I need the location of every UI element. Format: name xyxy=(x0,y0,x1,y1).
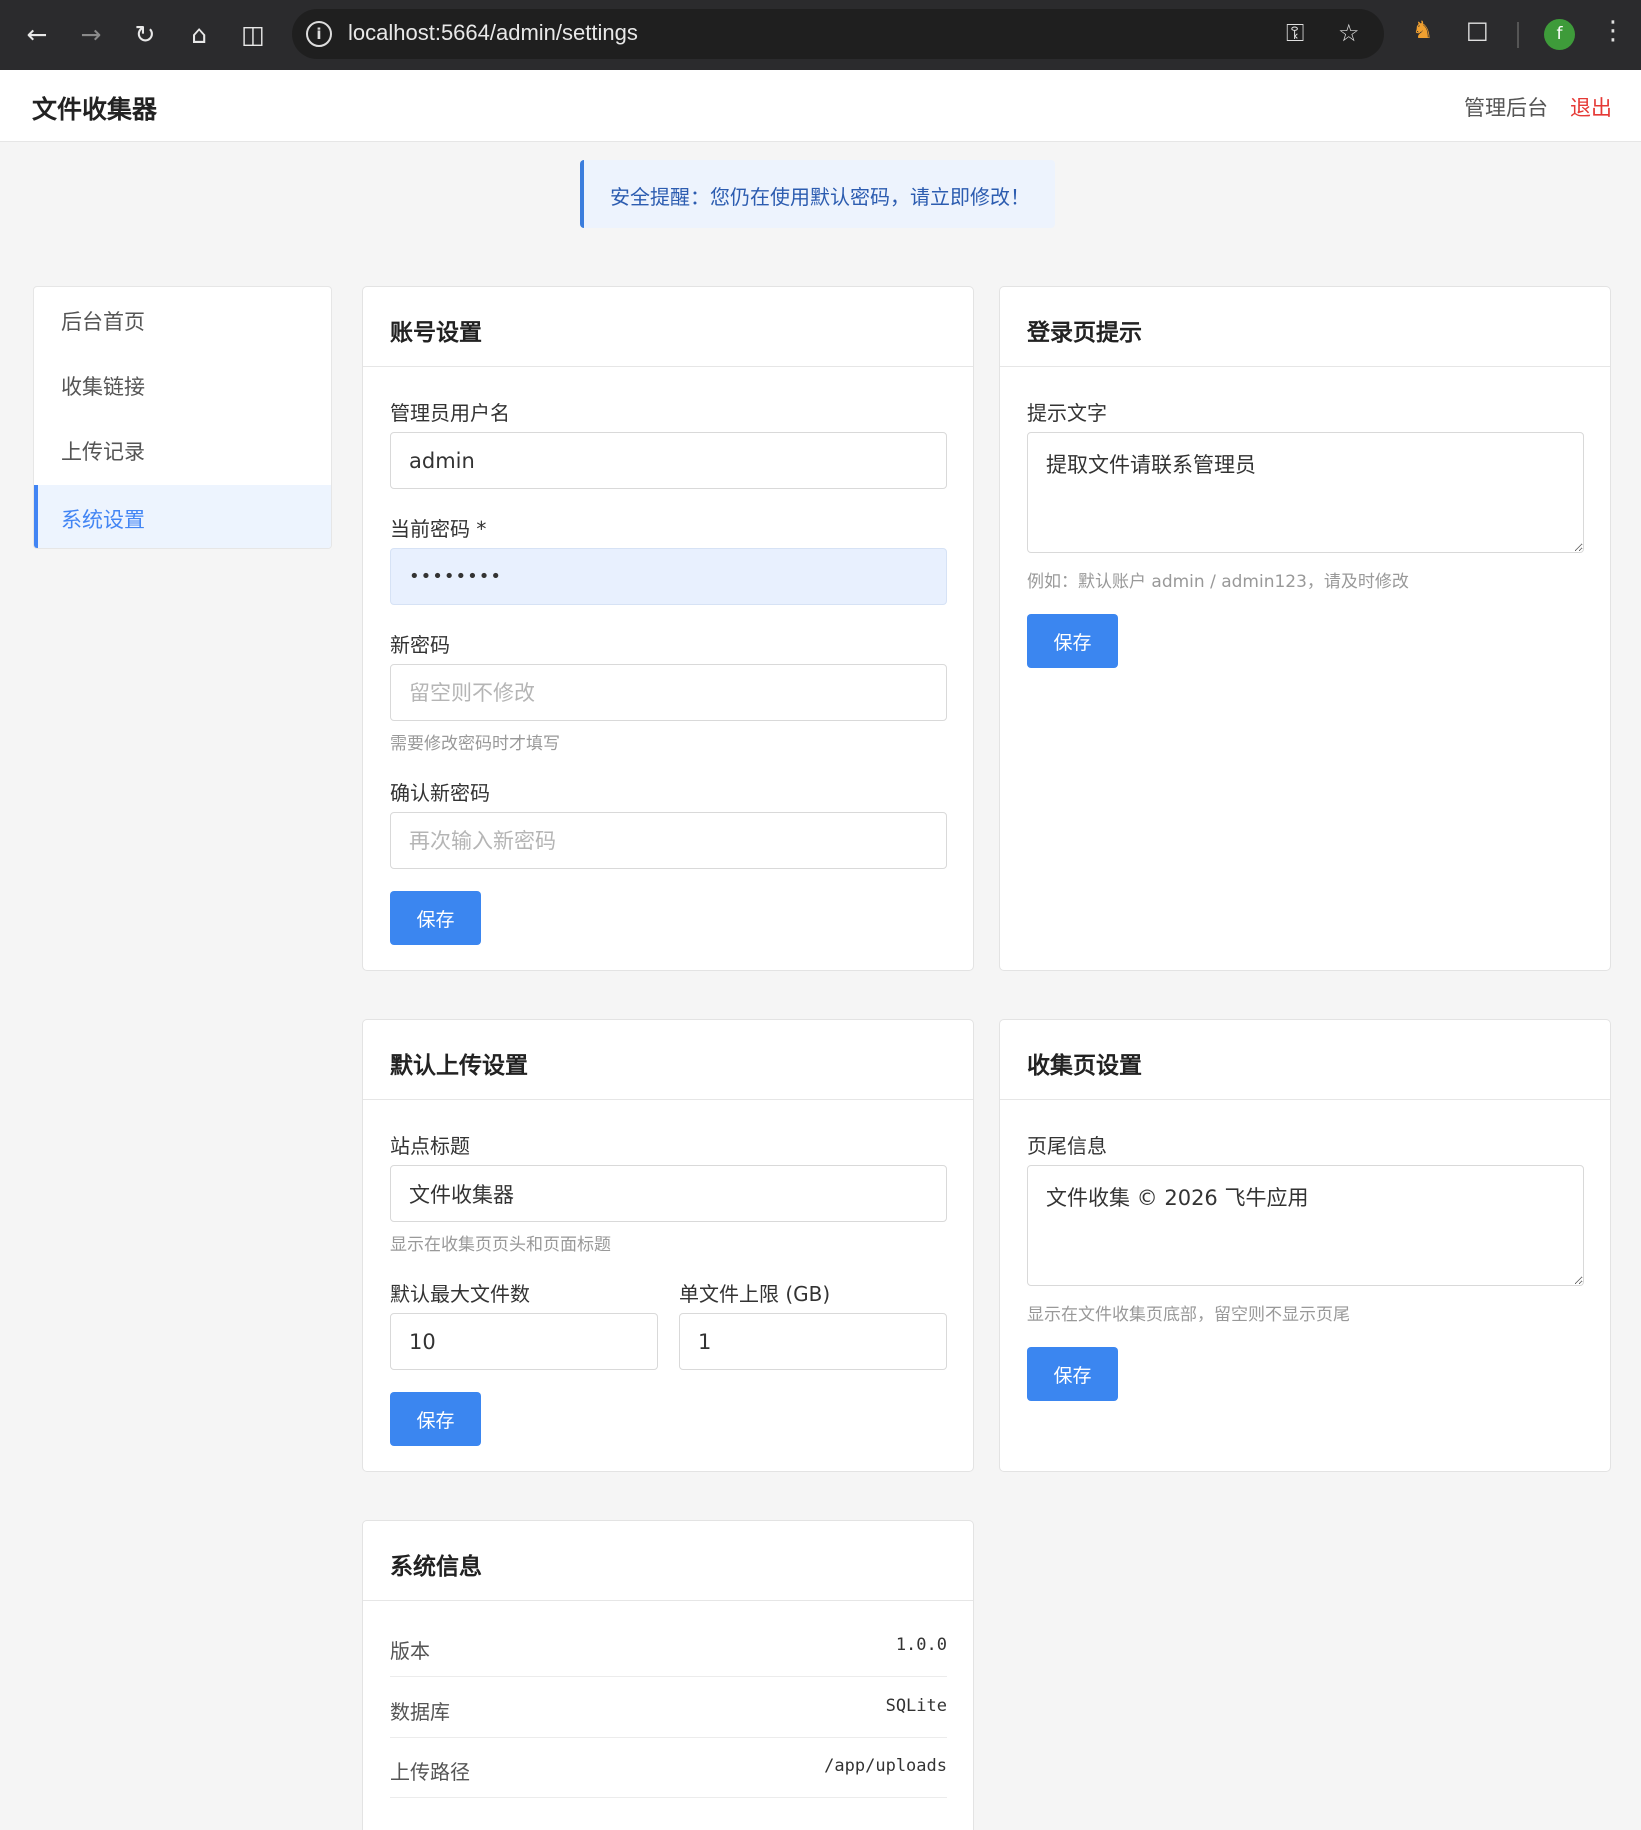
username-input[interactable] xyxy=(390,432,947,489)
card-title: 账号设置 xyxy=(390,320,482,346)
browser-menu-icon[interactable]: ⋮ xyxy=(1600,16,1626,46)
footer-textarea[interactable]: 文件收集 © 2026 飞牛应用 xyxy=(1027,1165,1584,1286)
confirm-password-label: 确认新密码 xyxy=(390,781,490,805)
password-key-icon[interactable]: ⚿ xyxy=(1286,19,1304,47)
sidebar-item-label: 收集链接 xyxy=(61,375,145,399)
login-tip-card: 登录页提示 提示文字 提取文件请联系管理员 例如：默认账户 admin / ad… xyxy=(999,286,1611,971)
card-header: 默认上传设置 xyxy=(363,1020,973,1100)
toolbar-divider xyxy=(1517,22,1519,48)
sidebar-item-settings[interactable]: 系统设置 xyxy=(34,485,331,548)
app-header: 文件收集器 管理后台 退出 xyxy=(0,70,1641,142)
current-password-input[interactable] xyxy=(390,548,947,605)
new-password-hint: 需要修改密码时才填写 xyxy=(390,734,560,754)
security-alert: 安全提醒：您仍在使用默认密码，请立即修改！ xyxy=(580,160,1055,228)
bookmark-star-icon[interactable]: ☆ xyxy=(1338,19,1360,47)
tip-text-hint: 例如：默认账户 admin / admin123，请及时修改 xyxy=(1027,572,1409,592)
admin-link[interactable]: 管理后台 xyxy=(1464,92,1548,122)
site-title-label: 站点标题 xyxy=(390,1134,470,1158)
site-title-hint: 显示在收集页页头和页面标题 xyxy=(390,1235,611,1255)
collect-page-save-button[interactable]: 保存 xyxy=(1027,1347,1118,1401)
app-title: 文件收集器 xyxy=(32,95,158,124)
split-view-icon[interactable]: ◫ xyxy=(234,16,272,54)
sidebar-item-label: 上传记录 xyxy=(61,440,145,464)
size-limit-input[interactable] xyxy=(679,1313,947,1370)
account-settings-card: 账号设置 管理员用户名 当前密码 * 新密码 需要修改密码时才填写 确认新密码 … xyxy=(362,286,974,971)
new-password-input[interactable] xyxy=(390,664,947,721)
sidebar: 后台首页 收集链接 上传记录 系统设置 xyxy=(33,286,332,549)
extensions-puzzle-icon[interactable]: □ xyxy=(1466,16,1489,44)
info-value: SQLite xyxy=(885,1696,947,1716)
reload-icon[interactable]: ↻ xyxy=(126,16,164,54)
browser-toolbar: ← → ↻ ⌂ ◫ i localhost:5664/admin/setting… xyxy=(0,0,1641,70)
info-row: 版本 1.0.0 xyxy=(390,1617,947,1677)
info-key: 版本 xyxy=(390,1639,430,1663)
max-files-input[interactable] xyxy=(390,1313,658,1370)
card-title: 默认上传设置 xyxy=(390,1053,528,1079)
tip-text-textarea[interactable]: 提取文件请联系管理员 xyxy=(1027,432,1584,553)
system-info-card: 系统信息 版本 1.0.0 数据库 SQLite 上传路径 /app/uploa… xyxy=(362,1520,974,1830)
footer-hint: 显示在文件收集页底部，留空则不显示页尾 xyxy=(1027,1305,1350,1325)
card-title: 收集页设置 xyxy=(1027,1053,1142,1079)
info-row: 数据库 SQLite xyxy=(390,1678,947,1738)
site-title-input[interactable] xyxy=(390,1165,947,1222)
back-icon[interactable]: ← xyxy=(18,16,56,54)
sidebar-item-uploads[interactable]: 上传记录 xyxy=(34,417,331,482)
card-header: 收集页设置 xyxy=(1000,1020,1610,1100)
info-key: 数据库 xyxy=(390,1700,450,1724)
info-key: 上传路径 xyxy=(390,1760,470,1784)
max-files-label: 默认最大文件数 xyxy=(390,1282,530,1306)
url-text[interactable]: localhost:5664/admin/settings xyxy=(348,20,638,46)
confirm-password-input[interactable] xyxy=(390,812,947,869)
upload-settings-card: 默认上传设置 站点标题 显示在收集页页头和页面标题 默认最大文件数 单文件上限 … xyxy=(362,1019,974,1472)
address-bar[interactable]: i localhost:5664/admin/settings ⚿ ☆ xyxy=(292,9,1384,59)
profile-avatar[interactable]: f xyxy=(1544,19,1575,50)
current-password-label: 当前密码 * xyxy=(390,517,487,541)
tip-text-label: 提示文字 xyxy=(1027,401,1107,425)
card-header: 登录页提示 xyxy=(1000,287,1610,367)
home-icon[interactable]: ⌂ xyxy=(180,16,218,54)
extension-icon[interactable]: ♞ xyxy=(1412,16,1434,44)
new-password-label: 新密码 xyxy=(390,633,450,657)
sidebar-item-links[interactable]: 收集链接 xyxy=(34,352,331,417)
info-value: /app/uploads xyxy=(824,1756,947,1776)
upload-save-button[interactable]: 保存 xyxy=(390,1392,481,1446)
site-info-icon[interactable]: i xyxy=(306,21,332,47)
forward-icon[interactable]: → xyxy=(72,16,110,54)
footer-label: 页尾信息 xyxy=(1027,1134,1107,1158)
card-header: 账号设置 xyxy=(363,287,973,367)
sidebar-item-label: 系统设置 xyxy=(61,508,145,532)
sidebar-item-dashboard[interactable]: 后台首页 xyxy=(34,287,331,352)
info-row: 上传路径 /app/uploads xyxy=(390,1738,947,1798)
collect-page-card: 收集页设置 页尾信息 文件收集 © 2026 飞牛应用 显示在文件收集页底部，留… xyxy=(999,1019,1611,1472)
sidebar-item-label: 后台首页 xyxy=(61,310,145,334)
card-title: 系统信息 xyxy=(390,1554,482,1580)
info-value: 1.0.0 xyxy=(895,1635,947,1655)
size-limit-label: 单文件上限 (GB) xyxy=(679,1282,831,1306)
security-alert-text: 安全提醒：您仍在使用默认密码，请立即修改！ xyxy=(610,185,1030,209)
account-save-button[interactable]: 保存 xyxy=(390,891,481,945)
logout-link[interactable]: 退出 xyxy=(1570,92,1612,122)
login-tip-save-button[interactable]: 保存 xyxy=(1027,614,1118,668)
username-label: 管理员用户名 xyxy=(390,401,510,425)
card-header: 系统信息 xyxy=(363,1521,973,1601)
card-title: 登录页提示 xyxy=(1027,320,1142,346)
